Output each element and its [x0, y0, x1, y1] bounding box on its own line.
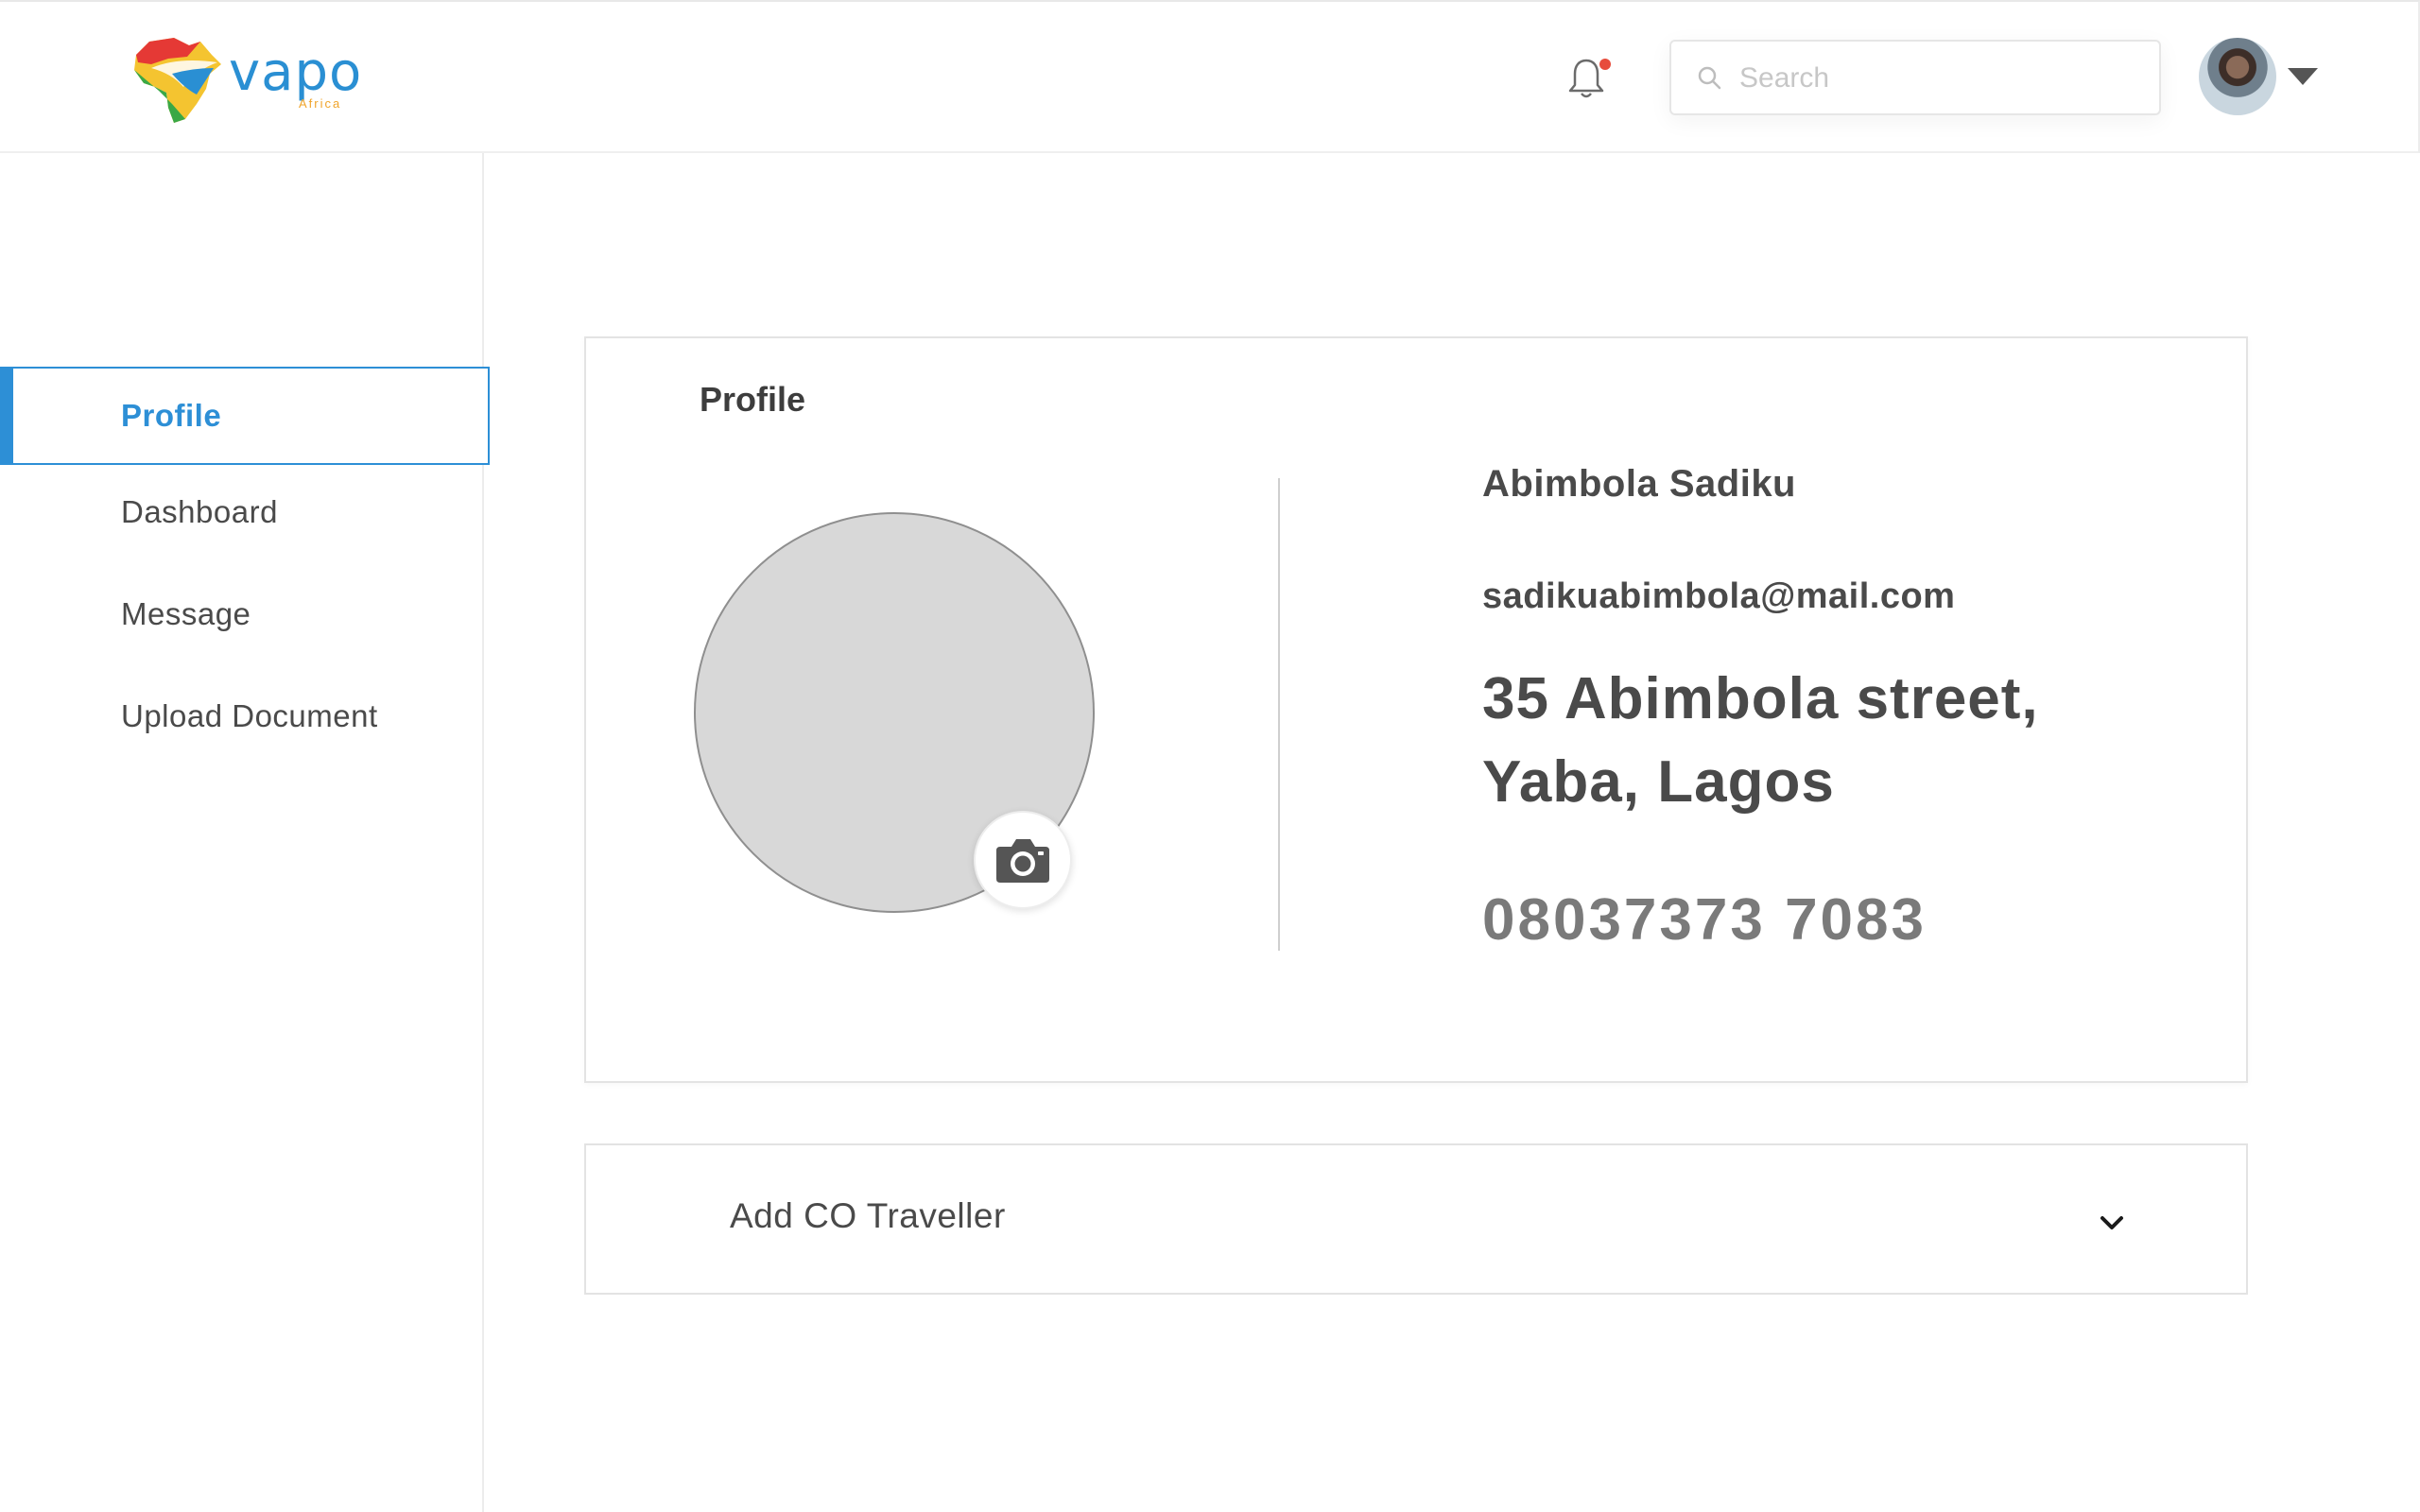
- add-co-traveller-label: Add CO Traveller: [730, 1196, 1006, 1235]
- brand-logo[interactable]: vapo Africa: [130, 36, 361, 125]
- notification-dot: [1599, 59, 1611, 70]
- profile-card: Profile Abimbola Sadiku sadikuabimbola@m…: [584, 336, 2248, 1083]
- change-photo-button[interactable]: [974, 811, 1072, 909]
- sidebar-item-message[interactable]: Message: [0, 565, 490, 663]
- profile-card-title: Profile: [700, 380, 806, 419]
- profile-phone: 08037373 7083: [1482, 887, 1927, 953]
- notification-button[interactable]: [1567, 57, 1611, 102]
- search-box[interactable]: [1669, 40, 2161, 115]
- sidebar-item-label: Message: [121, 596, 251, 631]
- search-icon: [1698, 66, 1721, 90]
- sidebar-item-profile[interactable]: Profile: [0, 367, 490, 465]
- profile-email: sadikuabimbola@mail.com: [1482, 576, 1956, 616]
- avatar[interactable]: [2199, 38, 2276, 115]
- camera-icon: [996, 839, 1049, 883]
- top-header: vapo Africa: [0, 0, 2420, 153]
- vertical-divider: [1278, 478, 1280, 951]
- sidebar-item-label: Dashboard: [121, 494, 278, 529]
- sidebar-item-dashboard[interactable]: Dashboard: [0, 463, 490, 561]
- chevron-down-icon[interactable]: [2093, 1204, 2131, 1242]
- sidebar-item-label: Upload Document: [121, 698, 378, 733]
- profile-name: Abimbola Sadiku: [1482, 463, 1796, 505]
- sidebar-item-label: Profile: [121, 398, 222, 433]
- profile-address: 35 Abimbola street, Yaba, Lagos: [1482, 666, 2039, 815]
- africa-logo-icon: [134, 38, 221, 123]
- caret-down-icon[interactable]: [2288, 68, 2318, 85]
- sidebar: Profile Dashboard Message Upload Documen…: [0, 153, 490, 1512]
- search-input[interactable]: [1739, 55, 2136, 102]
- brand-name: vapo: [229, 42, 363, 103]
- add-co-traveller-accordion[interactable]: Add CO Traveller: [584, 1143, 2248, 1295]
- brand-tagline: Africa: [299, 96, 342, 111]
- sidebar-item-upload-document[interactable]: Upload Document: [0, 667, 490, 765]
